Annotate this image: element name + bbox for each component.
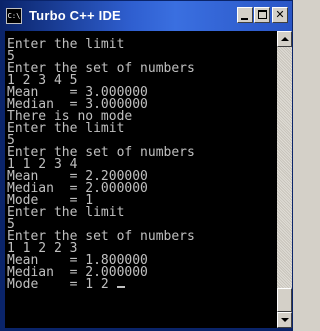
console-line: Enter the limit [7,121,125,136]
window-title: Turbo C++ IDE [29,8,121,23]
scroll-thumb[interactable] [277,288,292,312]
scroll-up-button[interactable] [277,31,292,47]
console-output[interactable]: Enter the limit 5 Enter the set of numbe… [5,31,277,328]
maximize-button[interactable] [254,7,270,23]
title-bar[interactable]: C:\ Turbo C++ IDE ✕ [1,1,292,31]
text-cursor [116,286,125,288]
minimize-button[interactable] [237,7,253,23]
arrow-down-icon [281,318,289,322]
close-button[interactable]: ✕ [272,7,288,23]
console-window: C:\ Turbo C++ IDE ✕ Enter the limit 5 En… [0,0,293,331]
console-line: Mode = 1 2 [7,277,117,292]
scroll-down-button[interactable] [277,312,292,328]
console-icon[interactable]: C:\ [6,8,22,24]
console-line: Enter the limit [7,37,125,52]
console-text: Enter the limit 5 Enter the set of numbe… [7,37,195,292]
maximize-icon [258,10,267,19]
console-line: Enter the limit [7,205,125,220]
vertical-scrollbar[interactable] [277,31,292,328]
arrow-up-icon [281,37,289,41]
close-icon: ✕ [275,8,285,21]
minimize-icon [241,18,248,20]
scroll-track[interactable] [277,47,292,312]
window-frame-bottom [1,328,292,330]
